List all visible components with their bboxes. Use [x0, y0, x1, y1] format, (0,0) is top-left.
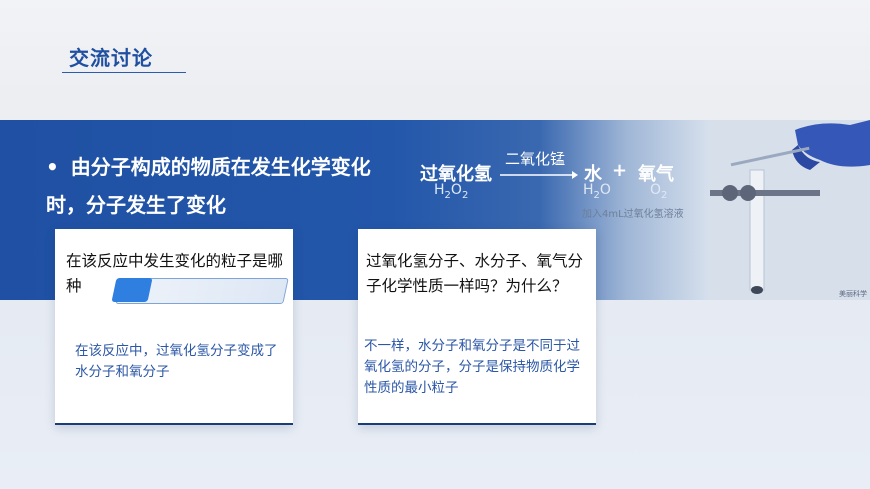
formula-part: H	[434, 182, 445, 198]
catalyst-label: 二氧化锰	[505, 150, 566, 168]
formula-part: O	[450, 182, 462, 198]
plus-sign: +	[612, 160, 628, 181]
lab-photo	[710, 120, 870, 300]
question-card-2: 过氧化氢分子、水分子、氧气分子化学性质一样吗？为什么？ 不一样，水分子和氧分子是…	[358, 229, 596, 425]
card-answer: 不一样，水分子和氧分子是不同于过氧化氢的分子，分子是保持物质化学性质的最小粒子	[364, 338, 580, 396]
formula-part: H	[583, 182, 594, 198]
bullet-dot: •	[46, 155, 59, 179]
reactant-formula: H2O2	[434, 182, 468, 201]
watermark-logo: 美丽科学	[839, 290, 867, 298]
formula-sub: 2	[661, 189, 668, 201]
water-formula: H2O	[583, 182, 611, 201]
oxygen-formula: O2	[650, 182, 667, 201]
formula-part: O	[599, 182, 611, 198]
bullet-text: 由分子构成的物质在发生化学变化时，分子发生了变化	[46, 155, 371, 217]
reaction-arrow	[500, 171, 578, 179]
card-answer: 在该反应中，过氧化氢分子变成了水分子和氧分子	[75, 343, 278, 380]
formula-sub: 2	[461, 189, 469, 201]
formula-part: O	[650, 182, 662, 198]
photo-caption: 加入4mL过氧化氢溶液	[582, 209, 684, 220]
highlight-bar-tip	[111, 278, 153, 302]
slide-title: 交流讨论	[69, 46, 153, 70]
card-question: 过氧化氢分子、水分子、氧气分子化学性质一样吗？为什么？	[366, 252, 584, 295]
title-underline	[62, 72, 186, 73]
question-card-1: 在该反应中发生变化的粒子是哪种 在该反应中，过氧化氢分子变成了水分子和氧分子	[55, 229, 293, 425]
bullet-point: • 由分子构成的物质在发生化学变化时，分子发生了变化	[46, 148, 406, 224]
